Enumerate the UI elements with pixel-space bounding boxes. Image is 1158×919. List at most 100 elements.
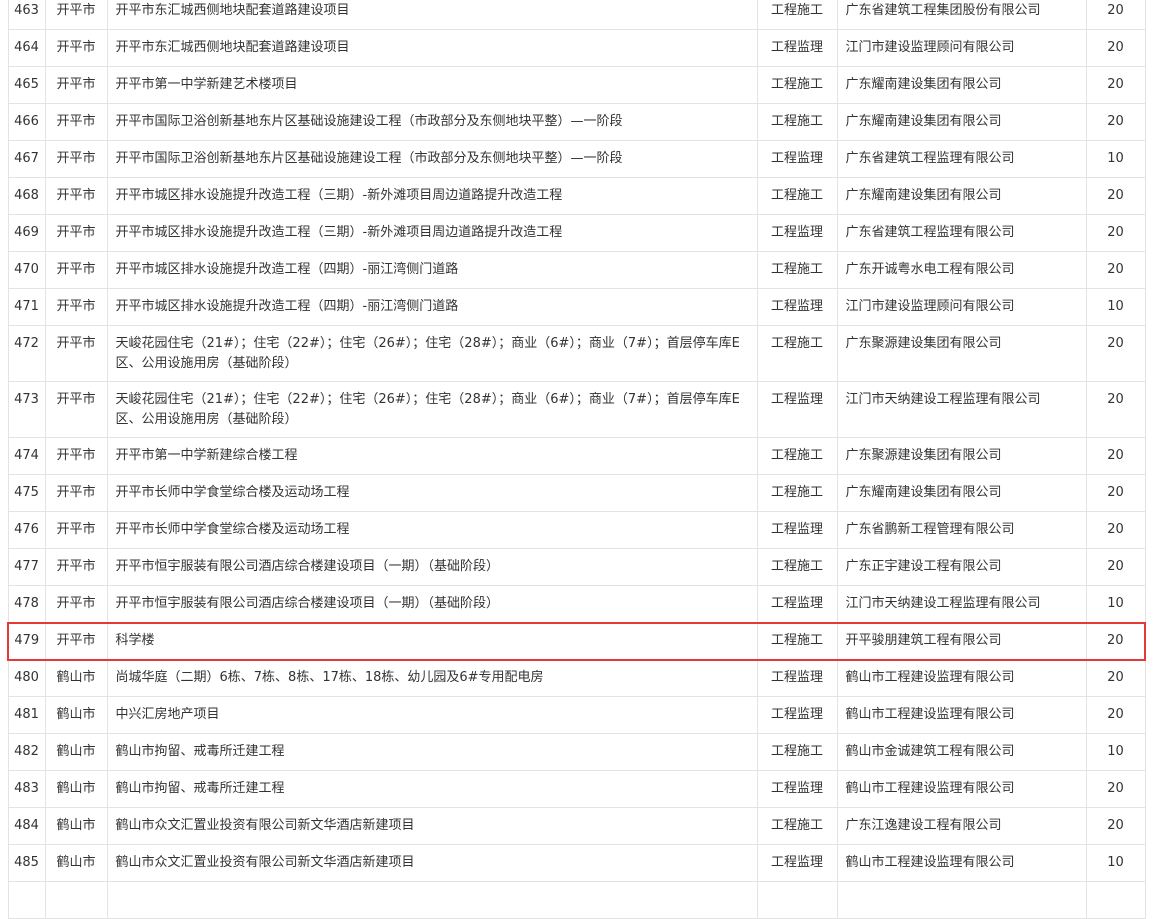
table-row: 463 开平市 开平市东汇城西侧地块配套道路建设项目 工程施工 广东省建筑工程集团股份有… [7,0,1146,30]
row-company [836,881,1087,919]
row-score: 20 [1085,325,1146,382]
row-number: 478 [7,585,46,623]
row-score: 20 [1085,511,1146,549]
row-city: 开平市 [44,511,108,549]
row-number: 463 [7,0,46,30]
row-company: 鹤山市工程建设监理有限公司 [836,770,1087,808]
row-project-name: 中兴汇房地产项目 [106,696,758,734]
row-company: 江门市天纳建设工程监理有限公司 [836,585,1087,623]
row-city: 鹤山市 [44,733,108,771]
row-project-type: 工程施工 [756,251,838,289]
table-row: 482 鹤山市 鹤山市拘留、戒毒所迁建工程 工程施工 鹤山市金诚建筑工程有限公司 10 [7,733,1146,771]
row-project-name: 科学楼 [106,621,758,661]
table-row: 476 开平市 开平市长师中学食堂综合楼及运动场工程 工程监理 广东省鹏新工程管理有限公… [7,511,1146,549]
table-body: 463 开平市 开平市东汇城西侧地块配套道路建设项目 工程施工 广东省建筑工程集团股份有… [7,0,1146,919]
row-project-name: 天峻花园住宅（21#）；住宅（22#）；住宅（26#）；住宅（28#）；商业（6… [106,381,758,438]
row-project-type: 工程施工 [756,474,838,512]
row-project-name: 尚城华庭（二期）6栋、7栋、8栋、17栋、18栋、幼儿园及6#专用配电房 [106,659,758,697]
row-company: 广东省建筑工程监理有限公司 [836,140,1087,178]
row-score: 20 [1085,103,1146,141]
row-company: 江门市天纳建设工程监理有限公司 [836,381,1087,438]
row-city: 鹤山市 [44,807,108,845]
row-number: 465 [7,66,46,104]
row-city: 开平市 [44,214,108,252]
row-city: 鹤山市 [44,696,108,734]
row-city: 开平市 [44,29,108,67]
table-row: 466 开平市 开平市国际卫浴创新基地东片区基础设施建设工程（市政部分及东侧地块平整… [7,103,1146,141]
table-row: 477 开平市 开平市恒宇服装有限公司酒店综合楼建设项目（一期）（基础阶段） 工程施工… [7,548,1146,586]
row-company: 广东聚源建设集团有限公司 [836,325,1087,382]
row-city: 开平市 [44,103,108,141]
row-score [1085,881,1146,919]
row-number: 473 [7,381,46,438]
row-number: 479 [7,621,46,661]
row-project-type: 工程施工 [756,177,838,215]
row-project-name: 开平市恒宇服装有限公司酒店综合楼建设项目（一期）（基础阶段） [106,548,758,586]
row-number: 485 [7,844,46,882]
row-project-type: 工程施工 [756,66,838,104]
row-company: 鹤山市金诚建筑工程有限公司 [836,733,1087,771]
row-city: 鹤山市 [44,844,108,882]
row-score: 10 [1085,733,1146,771]
row-number: 470 [7,251,46,289]
row-city: 开平市 [44,437,108,475]
row-company: 鹤山市工程建设监理有限公司 [836,844,1087,882]
row-number: 483 [7,770,46,808]
row-city: 开平市 [44,251,108,289]
row-project-type: 工程监理 [756,140,838,178]
table-row: 465 开平市 开平市第一中学新建艺术楼项目 工程施工 广东耀南建设集团有限公司 20 [7,66,1146,104]
row-city [44,881,108,919]
row-project-name: 鹤山市众文汇置业投资有限公司新文华酒店新建项目 [106,807,758,845]
row-city: 开平市 [44,621,108,661]
row-city: 鹤山市 [44,770,108,808]
row-city: 开平市 [44,548,108,586]
table-row: 484 鹤山市 鹤山市众文汇置业投资有限公司新文华酒店新建项目 工程施工 广东江逸建设工… [7,807,1146,845]
table-row: 480 鹤山市 尚城华庭（二期）6栋、7栋、8栋、17栋、18栋、幼儿园及6#专用配… [7,659,1146,697]
row-city: 鹤山市 [44,659,108,697]
row-company: 广东耀南建设集团有限公司 [836,66,1087,104]
row-score: 20 [1085,621,1146,661]
row-score: 10 [1085,288,1146,326]
row-project-name: 开平市长师中学食堂综合楼及运动场工程 [106,511,758,549]
row-project-name: 开平市国际卫浴创新基地东片区基础设施建设工程（市政部分及东侧地块平整）—一阶段 [106,140,758,178]
row-score: 20 [1085,251,1146,289]
table-row [7,881,1146,919]
row-score: 20 [1085,0,1146,30]
row-project-type [756,881,838,919]
row-score: 20 [1085,696,1146,734]
row-city: 开平市 [44,585,108,623]
table-row: 464 开平市 开平市东汇城西侧地块配套道路建设项目 工程监理 江门市建设监理顾问有限公… [7,29,1146,67]
row-project-type: 工程施工 [756,103,838,141]
row-company: 广东省鹏新工程管理有限公司 [836,511,1087,549]
table-row: 467 开平市 开平市国际卫浴创新基地东片区基础设施建设工程（市政部分及东侧地块平整… [7,140,1146,178]
row-city: 开平市 [44,474,108,512]
row-score: 10 [1085,844,1146,882]
row-city: 开平市 [44,66,108,104]
row-project-type: 工程监理 [756,844,838,882]
row-project-name: 天峻花园住宅（21#）；住宅（22#）；住宅（26#）；住宅（28#）；商业（6… [106,325,758,382]
table-row: 470 开平市 开平市城区排水设施提升改造工程（四期）-丽江湾侧门道路 工程施工 广东开… [7,251,1146,289]
table-row: 479 开平市 科学楼 工程施工 开平骏朋建筑工程有限公司 20 [7,621,1146,661]
row-company: 广东耀南建设集团有限公司 [836,177,1087,215]
row-city: 开平市 [44,177,108,215]
row-city: 开平市 [44,325,108,382]
row-company: 广东正宇建设工程有限公司 [836,548,1087,586]
row-number: 482 [7,733,46,771]
row-number: 468 [7,177,46,215]
row-company: 广东江逸建设工程有限公司 [836,807,1087,845]
row-project-type: 工程施工 [756,621,838,661]
row-project-type: 工程施工 [756,807,838,845]
row-project-type: 工程监理 [756,381,838,438]
row-score: 10 [1085,585,1146,623]
row-project-type: 工程监理 [756,696,838,734]
row-score: 20 [1085,770,1146,808]
row-number: 466 [7,103,46,141]
row-project-name [106,881,758,919]
row-score: 20 [1085,214,1146,252]
row-project-type: 工程监理 [756,659,838,697]
row-number: 467 [7,140,46,178]
row-company: 江门市建设监理顾问有限公司 [836,29,1087,67]
row-project-name: 鹤山市拘留、戒毒所迁建工程 [106,770,758,808]
row-project-name: 鹤山市拘留、戒毒所迁建工程 [106,733,758,771]
table-row: 471 开平市 开平市城区排水设施提升改造工程（四期）-丽江湾侧门道路 工程监理 江门市… [7,288,1146,326]
